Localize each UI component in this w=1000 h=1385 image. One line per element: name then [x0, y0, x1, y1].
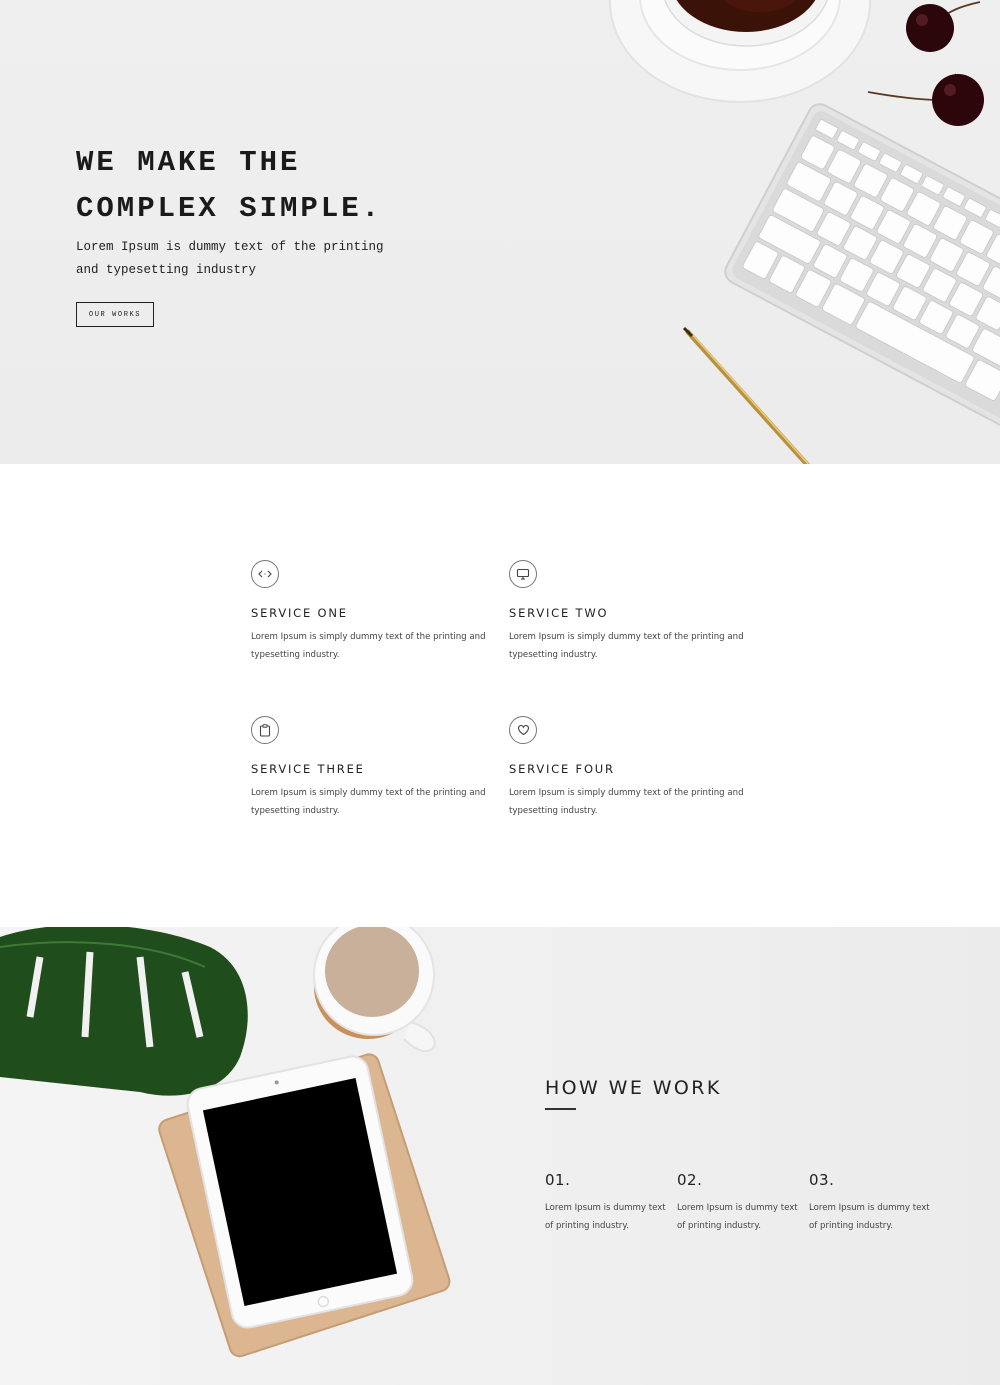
service-title: SERVICE ONE	[251, 606, 348, 620]
coffee-cup-image	[609, 0, 871, 103]
hero-desk-photo	[609, 0, 1000, 464]
step-number: 03.	[809, 1171, 835, 1189]
step-description: Lorem Ipsum is dummy text of printing in…	[545, 1199, 670, 1235]
clipboard-icon	[251, 716, 279, 744]
hero-title: WE MAKE THE COMPLEX SIMPLE.	[76, 140, 496, 232]
step-description: Lorem Ipsum is dummy text of printing in…	[809, 1199, 934, 1235]
step-description-line: Lorem Ipsum is dummy text	[677, 1203, 798, 1213]
hero-section: WE MAKE THE COMPLEX SIMPLE. Lorem Ipsum …	[0, 0, 1000, 464]
hero-subtitle-line: Lorem Ipsum is dummy text of the printin…	[76, 240, 384, 254]
step-number: 01.	[545, 1171, 571, 1189]
hero-title-line: WE MAKE THE	[76, 146, 301, 179]
service-description-line: typesetting industry.	[509, 650, 598, 660]
step-description-line: of printing industry.	[545, 1221, 629, 1231]
how-we-work-section: HOW WE WORK 01. Lorem Ipsum is dummy tex…	[0, 927, 1000, 1385]
service-description-line: typesetting industry.	[509, 806, 598, 816]
monitor-icon	[509, 560, 537, 588]
gold-pen-image	[682, 326, 810, 464]
title-underline	[545, 1108, 576, 1110]
service-title: SERVICE FOUR	[509, 762, 615, 776]
step-item: 02. Lorem Ipsum is dummy text of printin…	[677, 1171, 802, 1235]
step-description-line: Lorem Ipsum is dummy text	[545, 1203, 666, 1213]
workspace-photo	[0, 927, 451, 1358]
step-item: 01. Lorem Ipsum is dummy text of printin…	[545, 1171, 670, 1235]
keyboard-image	[724, 103, 1000, 429]
hero-subtitle: Lorem Ipsum is dummy text of the printin…	[76, 236, 406, 282]
how-we-work-title: HOW WE WORK	[545, 1077, 722, 1099]
step-description: Lorem Ipsum is dummy text of printing in…	[677, 1199, 802, 1235]
service-description-line: Lorem Ipsum is simply dummy text of the …	[509, 788, 744, 798]
latte-cup-image	[313, 927, 436, 1053]
service-description: Lorem Ipsum is simply dummy text of the …	[509, 628, 749, 664]
service-card: SERVICE ONE Lorem Ipsum is simply dummy …	[251, 560, 491, 664]
hero-subtitle-line: and typesetting industry	[76, 263, 257, 277]
step-description-line: of printing industry.	[809, 1221, 893, 1231]
service-description: Lorem Ipsum is simply dummy text of the …	[251, 628, 491, 664]
heart-icon	[509, 716, 537, 744]
monstera-leaf-image	[0, 927, 248, 1096]
service-description-line: typesetting industry.	[251, 806, 340, 816]
services-section: SERVICE ONE Lorem Ipsum is simply dummy …	[0, 464, 1000, 927]
service-title: SERVICE THREE	[251, 762, 365, 776]
service-title: SERVICE TWO	[509, 606, 609, 620]
service-description-line: Lorem Ipsum is simply dummy text of the …	[509, 632, 744, 642]
service-card: SERVICE FOUR Lorem Ipsum is simply dummy…	[509, 716, 749, 820]
service-description: Lorem Ipsum is simply dummy text of the …	[509, 784, 749, 820]
step-number: 02.	[677, 1171, 703, 1189]
service-card: SERVICE TWO Lorem Ipsum is simply dummy …	[509, 560, 749, 664]
service-description-line: typesetting industry.	[251, 650, 340, 660]
service-card: SERVICE THREE Lorem Ipsum is simply dumm…	[251, 716, 491, 820]
our-works-button[interactable]: OUR WORKS	[76, 302, 154, 327]
step-description-line: Lorem Ipsum is dummy text	[809, 1203, 930, 1213]
code-icon	[251, 560, 279, 588]
service-description-line: Lorem Ipsum is simply dummy text of the …	[251, 632, 486, 642]
step-description-line: of printing industry.	[677, 1221, 761, 1231]
service-description-line: Lorem Ipsum is simply dummy text of the …	[251, 788, 486, 798]
step-item: 03. Lorem Ipsum is dummy text of printin…	[809, 1171, 934, 1235]
hero-title-line: COMPLEX SIMPLE.	[76, 192, 383, 225]
service-description: Lorem Ipsum is simply dummy text of the …	[251, 784, 491, 820]
cherries-image	[867, 1, 984, 126]
